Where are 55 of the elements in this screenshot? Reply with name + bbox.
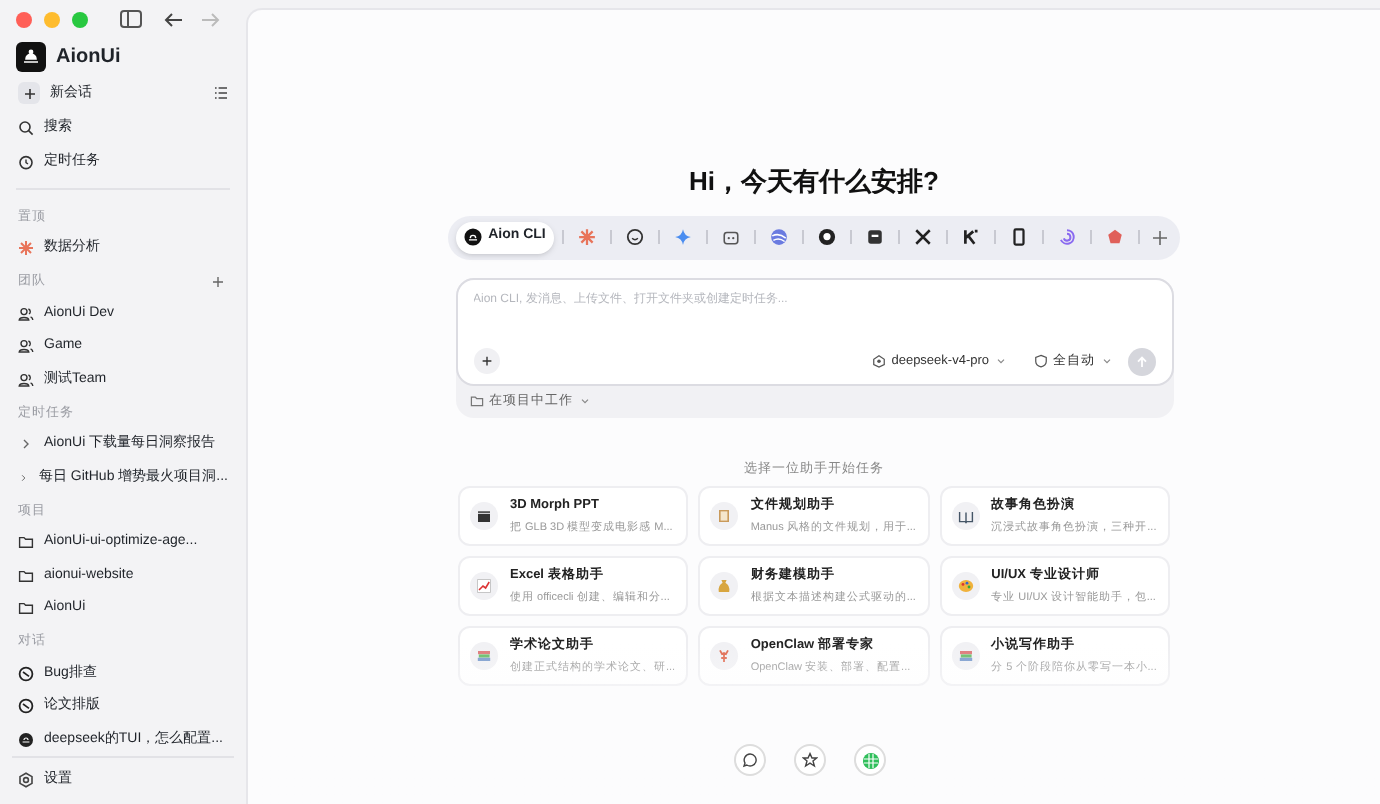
logo-icon [464,228,483,246]
settings-icon [18,772,34,788]
books-icon [476,648,492,665]
search-icon [18,119,34,136]
attach-button[interactable] [473,348,499,374]
shield-icon [1033,354,1047,368]
logo-icon [16,42,46,73]
phone-icon [1009,228,1028,246]
caret-icon [1101,356,1111,366]
chat-icon [18,665,34,682]
star-icon [802,752,818,768]
avatar-icon [18,731,34,748]
back-icon[interactable] [164,11,184,28]
chat-bubble-icon [742,752,758,768]
folder-icon [469,394,483,408]
feedback-button[interactable] [734,744,766,776]
star-button[interactable] [794,744,826,776]
clapperboard-icon [476,508,492,525]
sparkle-icon [673,228,692,246]
burst-icon [18,240,34,257]
close-control[interactable] [16,11,32,28]
books-icon [957,648,974,665]
app-name: AionUi [56,44,121,73]
globe-icon [769,228,788,246]
caret-icon [579,396,589,406]
model-icon [871,354,886,368]
burst-icon [577,228,596,246]
add-agent-icon[interactable] [1151,229,1168,245]
alarm-clock-icon [18,153,34,170]
sidebar-toggle-icon[interactable] [120,10,142,29]
square-icon [865,228,884,246]
arrow-up-icon [1135,355,1147,367]
x-icon [913,228,932,246]
globe-icon [861,751,879,769]
money-bag-icon [716,578,733,595]
palette-icon [957,578,974,595]
letter-mark-icon [961,228,980,246]
smile-icon [625,228,644,246]
people-icon [18,305,34,322]
blob-icon [1105,228,1124,246]
open-book-icon [957,508,974,525]
people-icon [18,371,34,388]
robot-icon [721,228,740,246]
plus-icon [479,354,493,368]
chart-icon [476,578,492,595]
caret-icon [995,356,1005,366]
plus-icon [21,85,37,102]
greeting-heading: Hi，今天有什么安排? [689,164,939,200]
book-icon [716,508,733,525]
community-button[interactable] [854,744,886,776]
people-icon [18,338,34,355]
chat-icon [18,698,34,715]
add-icon[interactable] [212,276,224,288]
swirl-icon [1057,228,1076,246]
list-icon[interactable] [214,86,228,101]
